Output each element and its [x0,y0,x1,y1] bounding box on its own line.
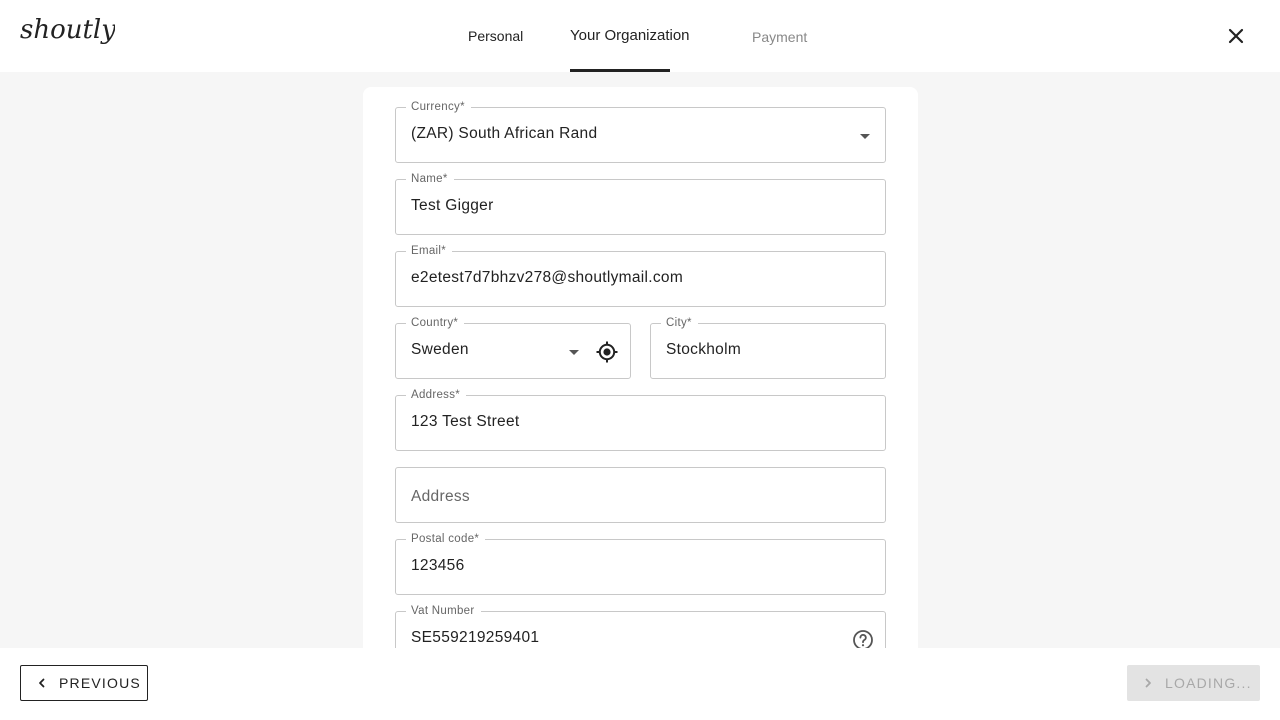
next-button-label: LOADING... [1165,675,1252,691]
address-line2-field[interactable]: Address [395,467,886,523]
footer-bar: PREVIOUS LOADING... [0,648,1280,720]
country-select[interactable]: Country* Sweden [395,316,631,379]
address-line1-value: 123 Test Street [411,413,520,430]
previous-button-label: PREVIOUS [59,675,141,691]
caret-down-icon [860,134,870,139]
chevron-right-icon [1145,678,1151,688]
my-location-button[interactable] [595,340,619,364]
email-label: Email* [406,244,453,258]
postal-code-field[interactable]: Postal code* 123456 [395,532,886,595]
caret-down-icon [569,350,579,355]
previous-button[interactable]: PREVIOUS [20,665,148,701]
currency-value: (ZAR) South African Rand [411,125,598,142]
currency-select[interactable]: Currency* (ZAR) South African Rand [395,100,886,163]
tab-personal-label: Personal [468,28,524,44]
currency-label: Currency* [406,100,471,114]
address-line2-placeholder: Address [411,488,470,505]
city-value: Stockholm [666,341,742,358]
tab-payment[interactable]: Payment [752,1,807,73]
tab-your-organization-label: Your Organization [570,26,690,44]
postal-code-value: 123456 [411,557,465,574]
name-label: Name* [406,172,454,186]
vat-number-label: Vat Number [406,604,481,618]
shoutly-logo[interactable]: shoutly [20,12,116,52]
postal-code-label: Postal code* [406,532,486,546]
tab-personal[interactable]: Personal [468,0,523,72]
my-location-icon [596,341,618,363]
name-value: Test Gigger [411,197,494,214]
country-value: Sweden [411,341,469,358]
active-tab-indicator [570,69,670,72]
name-field[interactable]: Name* Test Gigger [395,172,886,235]
city-field[interactable]: City* Stockholm [650,316,886,379]
close-icon [1228,28,1244,44]
vat-number-value: SE559219259401 [411,629,540,646]
tab-your-organization[interactable]: Your Organization [570,0,690,71]
shoutly-logo-mark: shoutly [20,15,116,45]
chevron-left-icon [39,678,45,688]
email-value: e2etest7d7bhzv278@shoutlymail.com [411,269,684,286]
tab-payment-label: Payment [752,29,808,45]
country-label: Country* [406,316,465,330]
top-bar: shoutly Personal Your Organization Payme… [0,0,1280,72]
address-line1-field[interactable]: Address* 123 Test Street [395,388,886,451]
close-button[interactable] [1224,24,1248,48]
email-field[interactable]: Email* e2etest7d7bhzv278@shoutlymail.com [395,244,886,307]
next-loading-button[interactable]: LOADING... [1127,665,1260,701]
city-label: City* [661,316,698,330]
address-label: Address* [406,388,467,402]
svg-text:shoutly: shoutly [20,15,115,45]
